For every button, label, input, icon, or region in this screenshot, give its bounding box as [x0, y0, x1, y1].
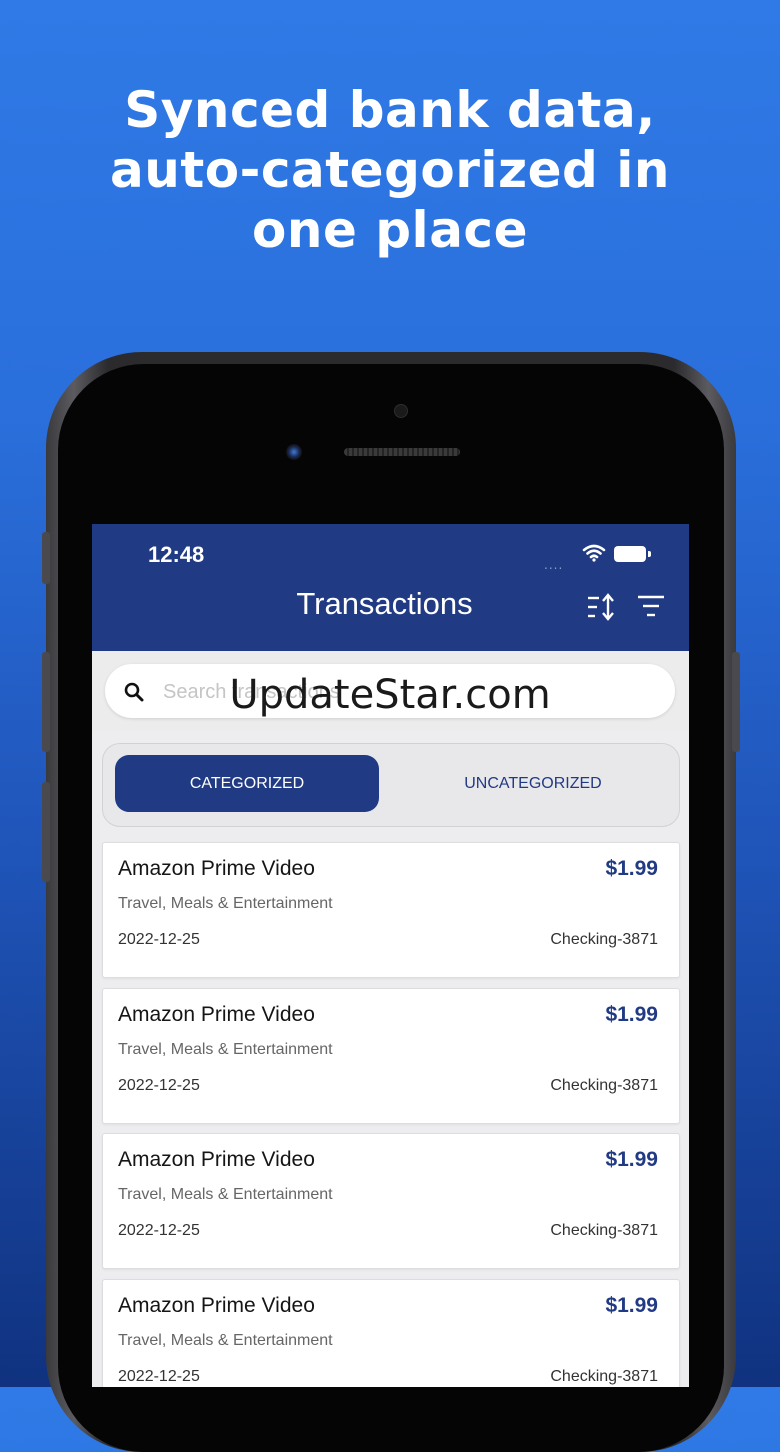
signal-indicator: .... [544, 558, 564, 572]
transaction-category: Travel, Meals & Entertainment [118, 1041, 333, 1058]
watermark: UpdateStar.com [229, 672, 551, 718]
app-screen: 12:48 .... Transactions Search transacti… [92, 524, 689, 1387]
transaction-account: Checking-3871 [550, 1368, 658, 1385]
headline-line-2: auto-categorized in [110, 141, 670, 199]
front-camera [286, 444, 302, 460]
app-header: 12:48 .... Transactions [92, 524, 689, 651]
volume-down-button [42, 782, 50, 882]
transaction-account: Checking-3871 [550, 1077, 658, 1094]
headline: Synced bank data, auto-categorized in on… [0, 80, 780, 260]
transaction-name: Amazon Prime Video [118, 1003, 315, 1026]
headline-line-1: Synced bank data, [124, 81, 656, 139]
silent-switch [42, 532, 50, 584]
sort-icon[interactable] [586, 593, 620, 621]
transaction-name: Amazon Prime Video [118, 1294, 315, 1317]
headline-line-3: one place [252, 201, 528, 259]
transaction-category: Travel, Meals & Entertainment [118, 1186, 333, 1203]
transaction-date: 2022-12-25 [118, 1368, 200, 1385]
category-segmented-control: CATEGORIZED UNCATEGORIZED [102, 743, 680, 827]
tab-uncategorized[interactable]: UNCATEGORIZED [393, 755, 673, 812]
transaction-card[interactable]: Amazon Prime Video $1.99 Travel, Meals &… [102, 988, 680, 1124]
transaction-card[interactable]: Amazon Prime Video $1.99 Travel, Meals &… [102, 842, 680, 978]
transaction-name: Amazon Prime Video [118, 857, 315, 880]
transaction-card[interactable]: Amazon Prime Video $1.99 Travel, Meals &… [102, 1133, 680, 1269]
tab-categorized[interactable]: CATEGORIZED [115, 755, 379, 812]
sensor [394, 404, 408, 418]
transaction-date: 2022-12-25 [118, 931, 200, 948]
transaction-account: Checking-3871 [550, 931, 658, 948]
transaction-amount: $1.99 [605, 857, 658, 880]
earpiece-speaker [344, 448, 460, 456]
transaction-category: Travel, Meals & Entertainment [118, 895, 333, 912]
transaction-date: 2022-12-25 [118, 1222, 200, 1239]
wifi-icon [582, 544, 606, 562]
transaction-amount: $1.99 [605, 1148, 658, 1171]
transaction-card[interactable]: Amazon Prime Video $1.99 Travel, Meals &… [102, 1279, 680, 1387]
transaction-category: Travel, Meals & Entertainment [118, 1332, 333, 1349]
transaction-account: Checking-3871 [550, 1222, 658, 1239]
transaction-amount: $1.99 [605, 1003, 658, 1026]
filter-icon[interactable] [636, 594, 666, 618]
status-time: 12:48 [148, 542, 205, 567]
transaction-amount: $1.99 [605, 1294, 658, 1317]
battery-icon [614, 546, 651, 562]
transaction-date: 2022-12-25 [118, 1077, 200, 1094]
transaction-name: Amazon Prime Video [118, 1148, 315, 1171]
